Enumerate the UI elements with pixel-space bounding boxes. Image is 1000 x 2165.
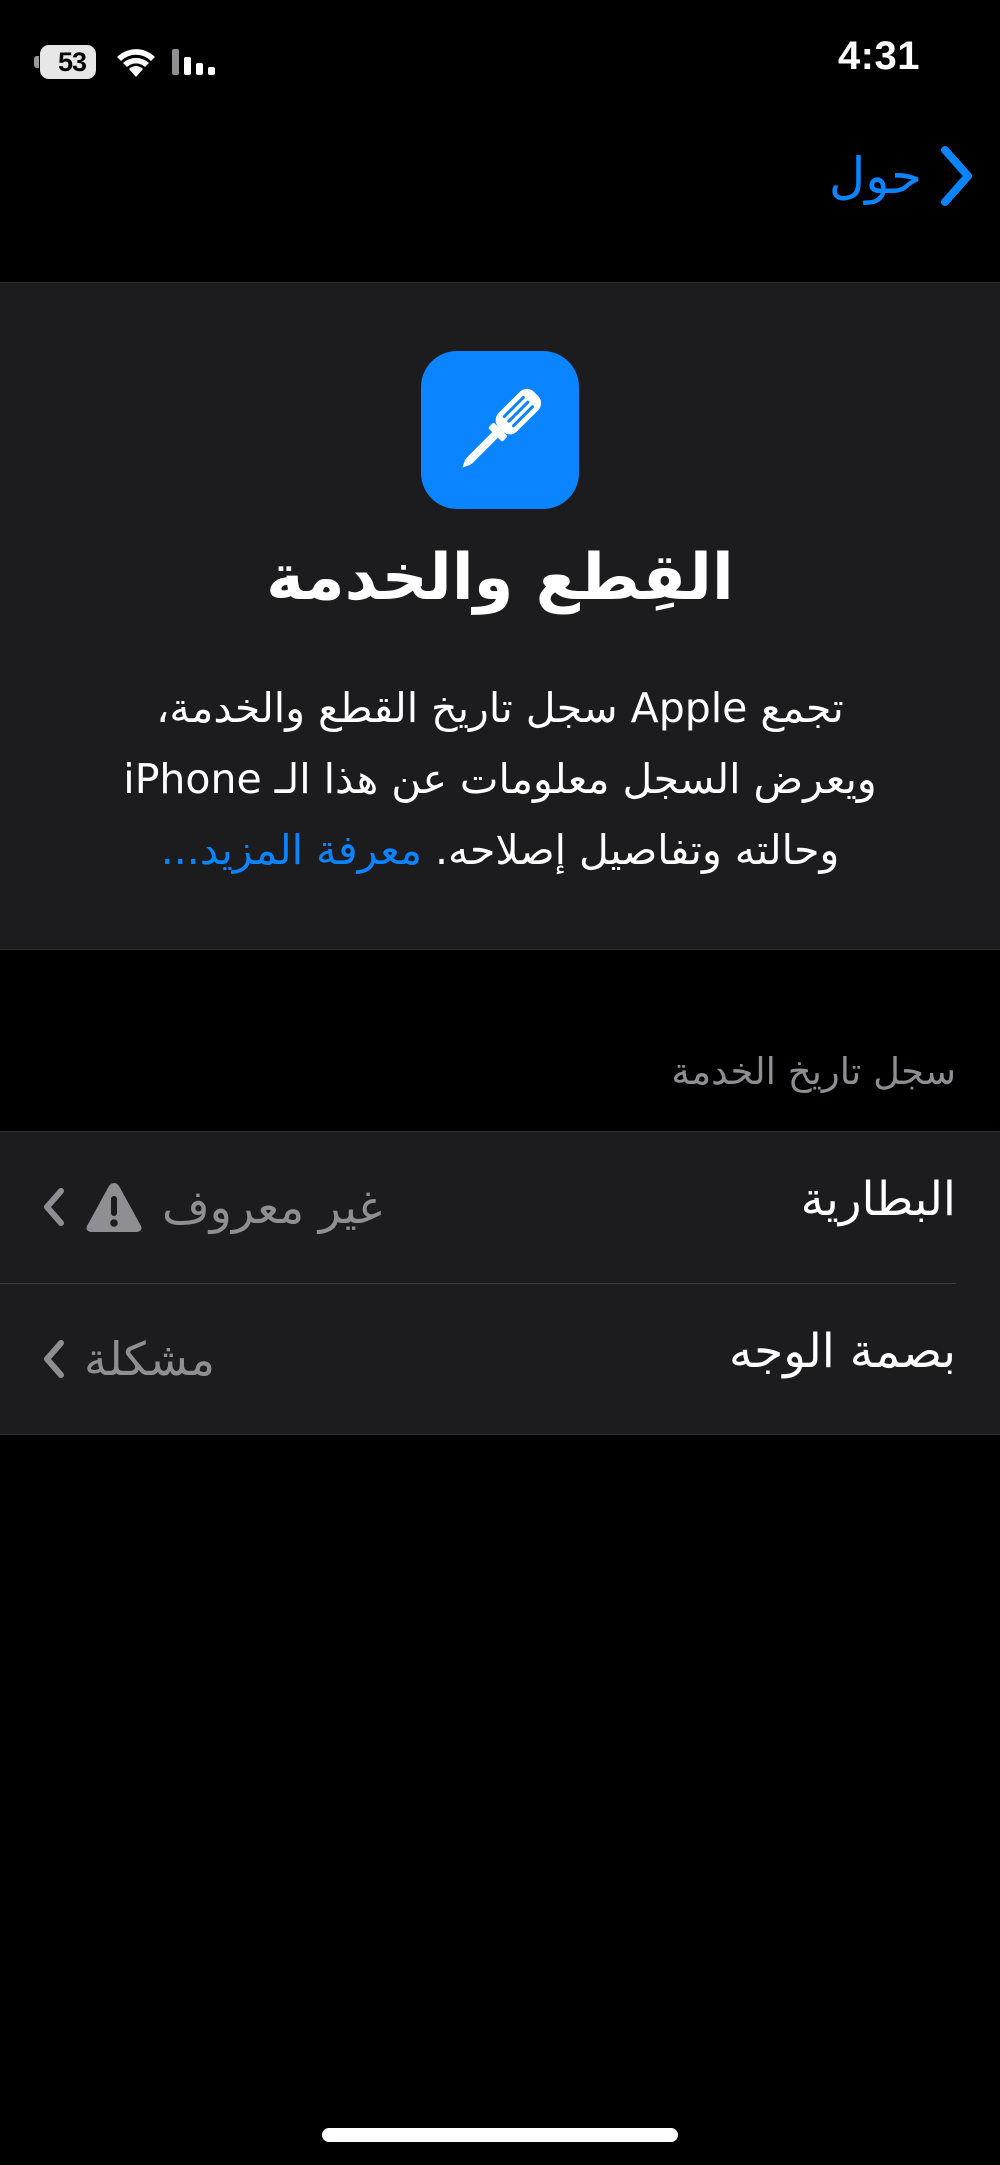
page-title: القِطع والخدمة (266, 541, 734, 615)
description: تجمع Apple سجل تاريخ القطع والخدمة، ويعر… (40, 673, 960, 886)
list-item-value: غير معروف (162, 1180, 383, 1234)
screwdriver-icon (421, 351, 579, 509)
list-item-value: مشكلة (84, 1332, 215, 1386)
cellular-signal-icon (172, 49, 215, 75)
back-button-label: حول (828, 147, 922, 205)
list-item-face-id[interactable]: بصمة الوجه مشكلة (0, 1284, 1000, 1435)
header-card: القِطع والخدمة تجمع Apple سجل تاريخ القط… (0, 282, 1000, 950)
status-bar: 53 4:31 (0, 0, 1000, 120)
description-line-text: وحالته وتفاصيل إصلاحه. (435, 826, 840, 874)
list-item-battery[interactable]: البطارية غير معروف (0, 1132, 1000, 1284)
battery-icon: 53 (34, 45, 100, 79)
battery-level: 53 (57, 46, 87, 77)
service-history-list: البطارية غير معروف بصمة الوجه مشكلة (0, 1131, 1000, 1435)
section-header-service-history: سجل تاريخ الخدمة (671, 1050, 956, 1093)
description-line: وحالته وتفاصيل إصلاحه. معرفة المزيد... (40, 815, 960, 886)
wifi-icon (117, 49, 155, 77)
list-item-title: البطارية (800, 1172, 956, 1227)
back-button[interactable]: حول (829, 136, 974, 216)
list-item-trailing: غير معروف (42, 1168, 382, 1246)
chevron-left-icon (44, 1188, 64, 1226)
list-item-title: بصمة الوجه (728, 1324, 956, 1379)
status-time: 4:31 (837, 34, 920, 78)
status-icons: 53 (34, 40, 218, 84)
chevron-right-icon (941, 146, 972, 206)
description-line: تجمع Apple سجل تاريخ القطع والخدمة، (156, 684, 844, 732)
chevron-left-icon (44, 1340, 64, 1378)
list-item-trailing: مشكلة (42, 1320, 215, 1398)
home-indicator[interactable] (322, 2128, 678, 2142)
warning-icon (86, 1183, 142, 1232)
learn-more-link[interactable]: معرفة المزيد... (161, 826, 422, 874)
description-line: ويعرض السجل معلومات عن هذا الـ iPhone (123, 755, 877, 803)
navigation-bar: حول (0, 120, 1000, 282)
